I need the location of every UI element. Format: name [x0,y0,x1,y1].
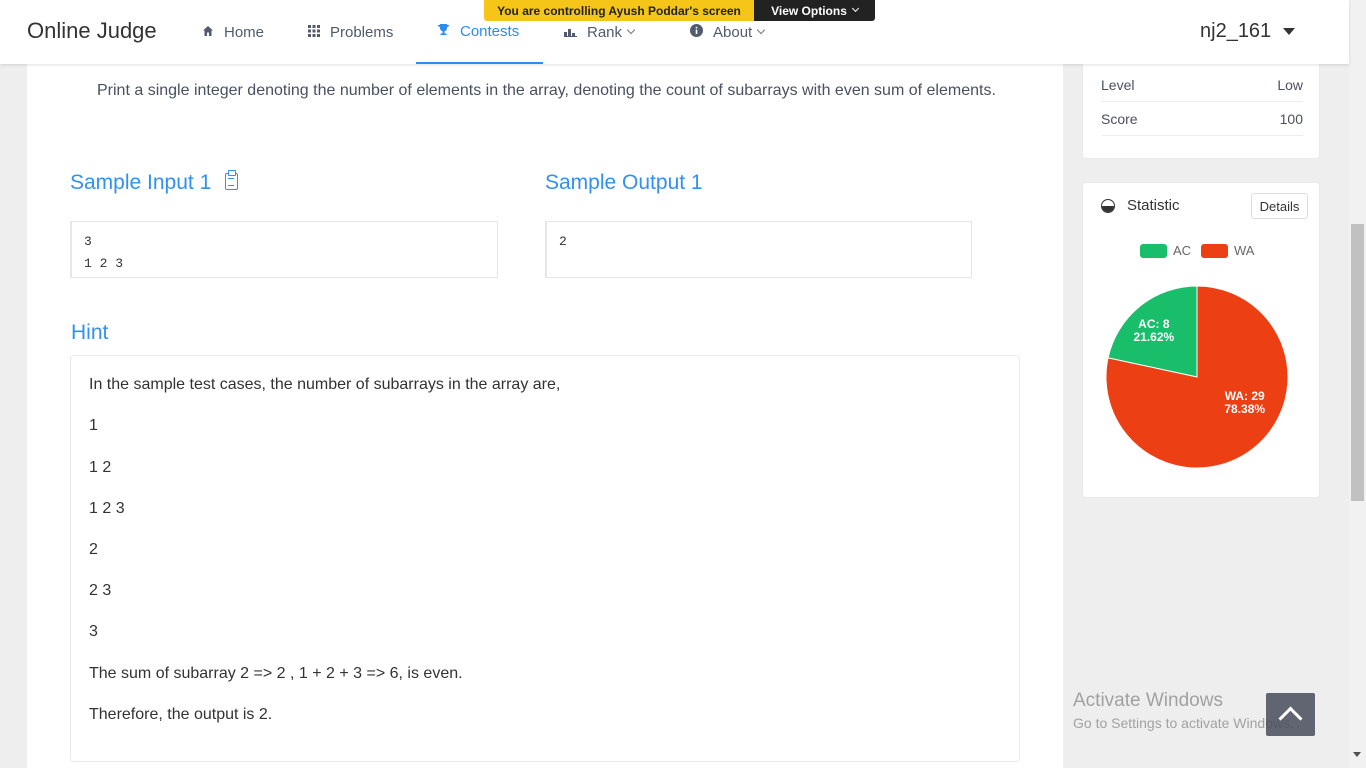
nav-problems[interactable]: Problems [308,0,393,64]
legend-label: AC [1173,243,1192,258]
grid-icon [308,24,320,40]
pie-percent-label: 21.62% [1133,330,1174,344]
nav-problems-label: Problems [330,23,394,41]
hint-line: The sum of subarray 2 => 2 , 1 + 2 + 3 =… [89,665,463,682]
scroll-down-arrow-icon[interactable] [1353,752,1361,757]
home-icon [202,25,214,40]
hint-line: 3 [89,623,98,640]
statistic-header: Statistic [1101,197,1180,214]
watermark-subtitle: Go to Settings to activate Windows. [1073,715,1294,731]
info-label: Level [1101,77,1135,93]
pie-percent-label: 78.38% [1224,402,1265,416]
pie-label: AC: 8 [1138,317,1170,331]
hint-line: 1 [89,417,98,434]
nav-home[interactable]: Home [202,0,264,64]
sample-input-title: Sample Input 1 [70,170,239,195]
hint-line: In the sample test cases, the number of … [89,376,561,393]
hint-line: 2 [89,541,98,558]
legend-item-ac[interactable]: AC [1140,243,1191,258]
hint-line: 2 3 [89,582,112,599]
sample-output-title: Sample Output 1 [545,171,703,194]
clipboard-icon[interactable] [225,170,239,190]
info-row-level: Level Low [1101,77,1303,102]
username: nj2_161 [1200,20,1272,42]
user-menu[interactable]: nj2_161 [1200,20,1295,43]
pie-chart-icon [1101,198,1115,213]
legend-swatch-wa [1201,243,1228,258]
details-button[interactable]: Details [1251,193,1308,219]
chevron-down-icon [756,25,766,34]
info-icon [690,24,703,40]
screen-share-message: You are controlling Ayush Poddar's scree… [484,0,754,21]
scrollbar-thumb[interactable] [1351,224,1364,501]
legend-label: WA [1234,243,1255,258]
brand-logo[interactable]: Online Judge [27,18,157,44]
chevron-down-icon [851,4,859,13]
watermark-title: Activate Windows [1073,690,1223,711]
sample-input-title-text: Sample Input 1 [70,171,212,194]
view-options-button[interactable]: View Options [754,0,875,21]
statistic-card: Statistic Details AC WA AC: 8 21.62% WA: 2… [1082,182,1320,498]
screen-share-banner: You are controlling Ayush Poddar's scree… [484,0,875,21]
hint-line: Therefore, the output is 2. [89,706,273,723]
info-value: 100 [1279,111,1303,127]
legend-item-wa[interactable]: WA [1201,243,1254,258]
info-row-score: Score 100 [1101,111,1303,136]
pie-label: WA: 29 [1225,389,1265,403]
nav-home-label: Home [224,23,265,41]
legend-swatch-ac [1140,243,1167,258]
hint-line: 1 2 3 [89,500,125,517]
hint-box: In the sample test cases, the number of … [70,355,1020,762]
hint-line: 1 2 [89,459,112,476]
page-scrollbar[interactable] [1349,0,1366,768]
sample-output-box: 2 [545,221,972,278]
info-label: Score [1101,111,1138,127]
view-options-label: View Options [771,3,847,18]
back-to-top-button[interactable] [1266,693,1315,736]
windows-activation-watermark: Activate Windows Go to Settings to activ… [1073,690,1294,731]
nav-about-label: About [713,23,753,41]
caret-down-icon [1282,28,1295,36]
statistic-title: Statistic [1127,197,1180,214]
trophy-icon [437,23,450,39]
nav-contests-label: Contests [460,22,520,40]
submission-pie-chart: AC: 821.62% WA: 2978.38% [1105,285,1289,469]
bar-chart-icon [564,25,577,40]
hint-title: Hint [71,321,109,344]
output-description: Print a single integer denoting the numb… [97,82,996,99]
sample-input-box: 3 1 2 3 [70,221,498,278]
info-value: Low [1277,77,1303,93]
chevron-down-icon [626,25,636,34]
nav-rank-label: Rank [587,23,623,41]
